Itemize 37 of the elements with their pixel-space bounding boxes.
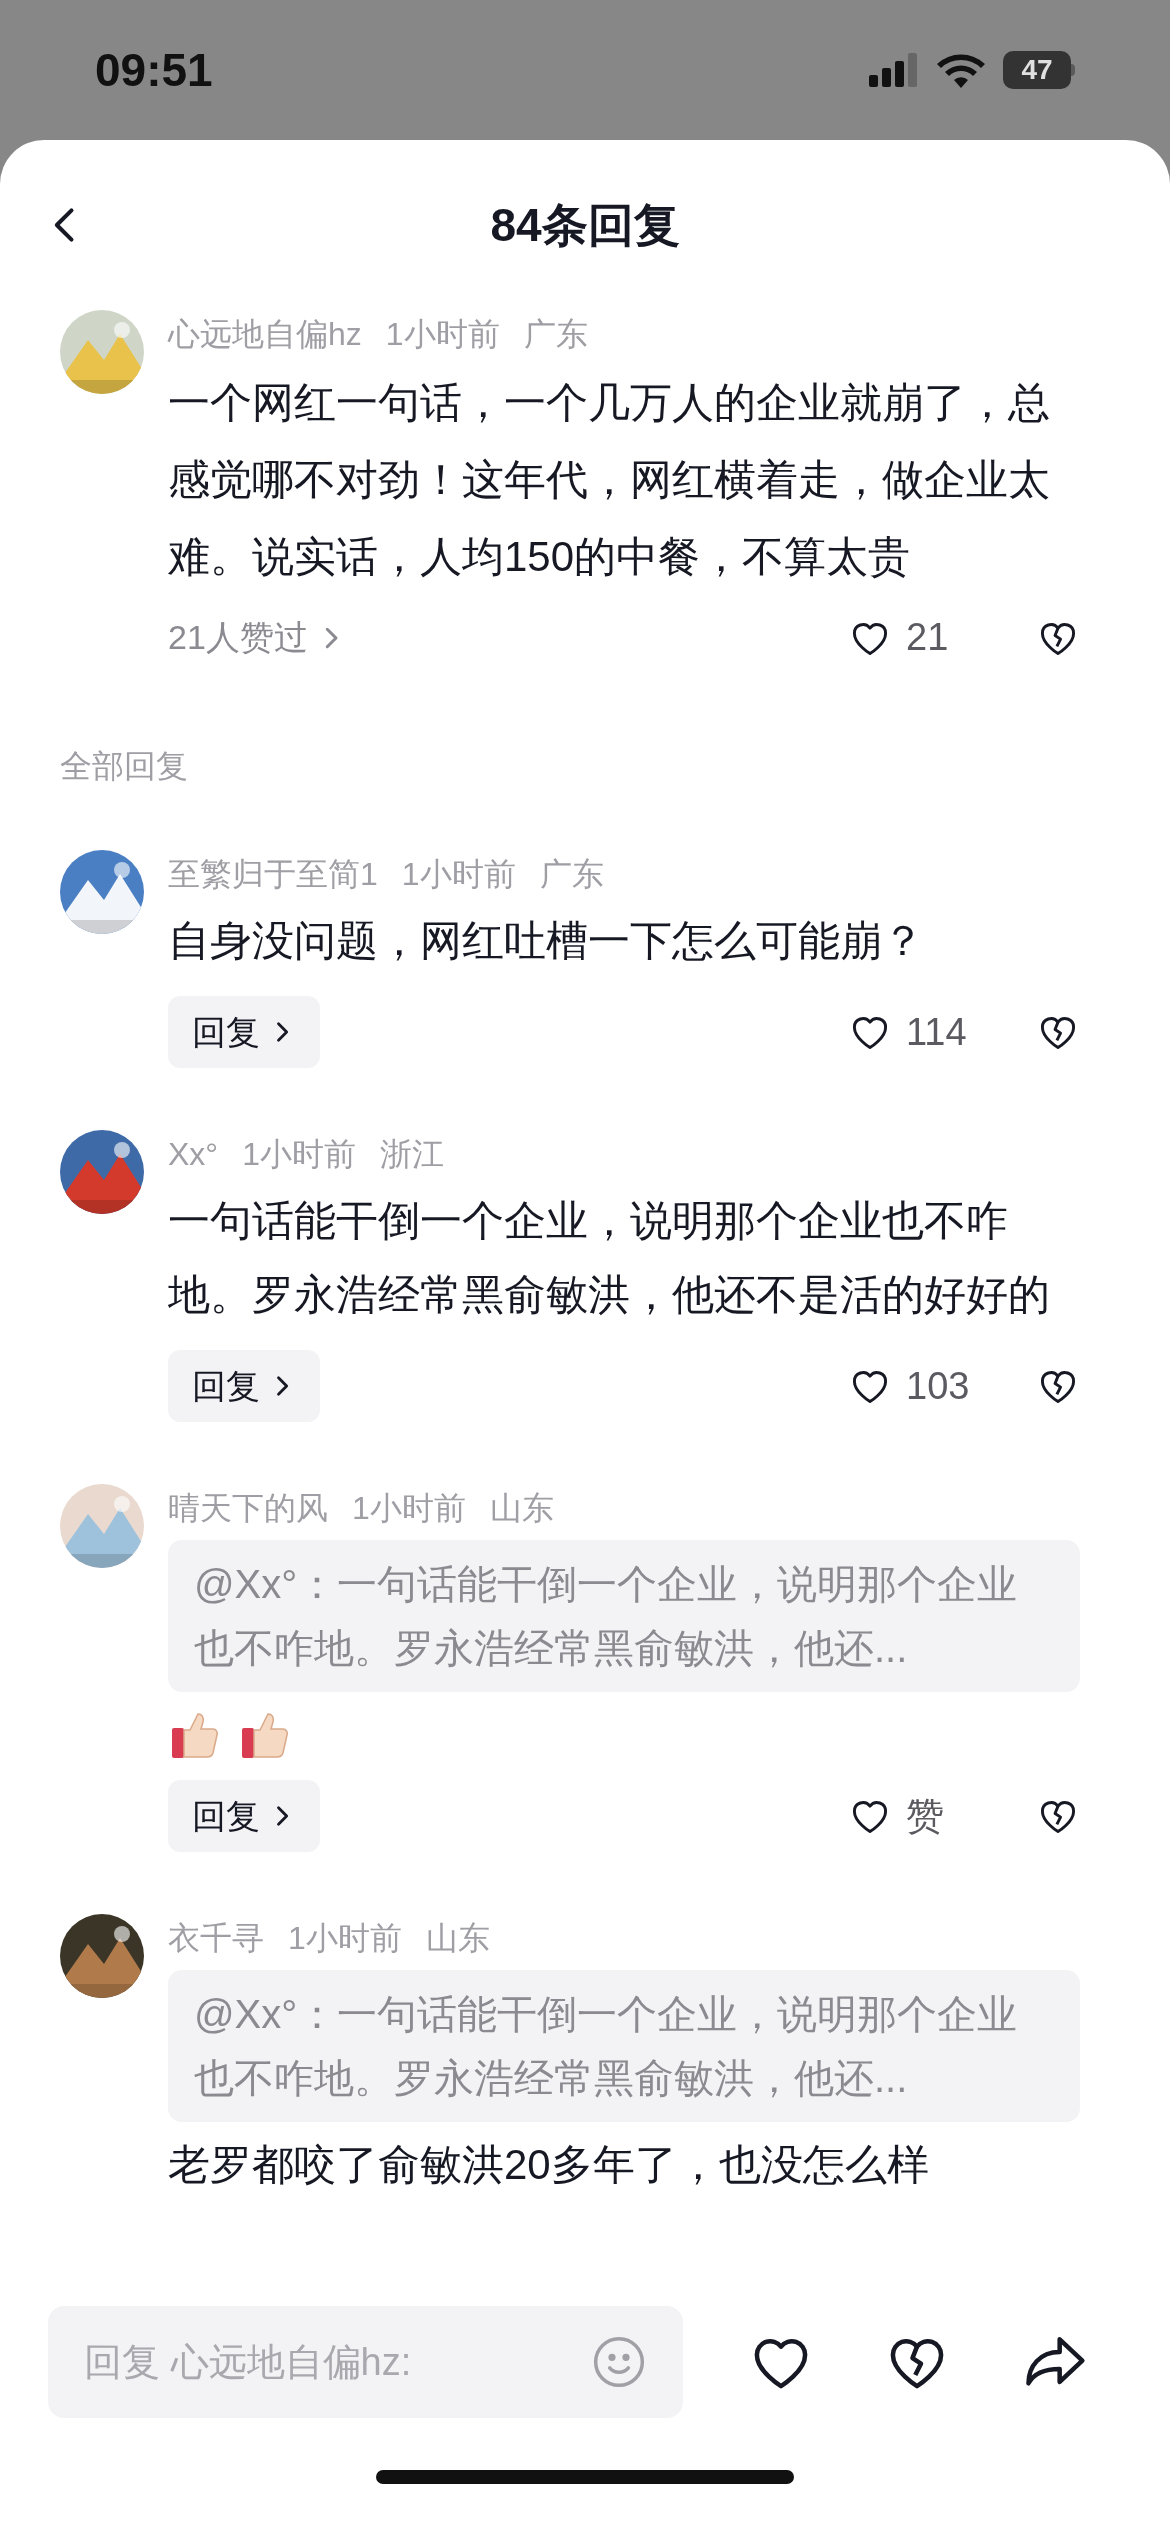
battery-indicator: 47 <box>1003 51 1075 89</box>
reply-button[interactable]: 回复 <box>168 1350 320 1422</box>
comment-time: 1小时前 <box>352 1489 466 1528</box>
reply-input[interactable]: 回复 心远地自偏hz: <box>84 2333 591 2391</box>
author-name[interactable]: 晴天下的风 <box>168 1484 328 1532</box>
comment-location: 浙江 <box>379 1135 444 1174</box>
comment-location: 山东 <box>425 1919 490 1958</box>
signal-icon <box>869 53 919 87</box>
author-name[interactable]: 心远地自偏hz <box>168 310 362 358</box>
status-time: 09:51 <box>95 42 213 98</box>
like-count: 114 <box>906 1009 968 1055</box>
comment-location: 山东 <box>489 1489 554 1528</box>
wifi-icon <box>937 52 985 88</box>
comment-text: 自身没问题，网红吐槽一下怎么可能崩？ <box>168 916 925 966</box>
author-name[interactable]: 至繁归于至简1 <box>168 850 378 898</box>
like-count: 21 <box>906 615 950 660</box>
page-title: 84条回复 <box>490 197 680 253</box>
section-label: 全部回复 <box>60 747 188 786</box>
comment-text: 一句话能干倒一个企业，说明那个企业也不咋地。罗永浩经常黑俞敏洪，他还不是活的好好的 <box>168 1196 1051 1320</box>
comment-time: 1小时前 <box>401 855 516 894</box>
like-count: 赞 <box>906 1793 945 1839</box>
reply-field[interactable]: 回复 心远地自偏hz: <box>48 2306 683 2418</box>
author-name[interactable]: Xx° <box>168 1130 219 1178</box>
comment-text: 老罗都咬了俞敏洪20多年了，也没怎么样 <box>168 2140 930 2190</box>
liked-by-link[interactable]: 21人赞过 <box>168 612 346 663</box>
comment-text: 一个网红一句话，一个几万人的企业就崩了，总感觉哪不对劲！这年代，网红横着走，做企业太难。说实话，人均150的中餐，不算太贵 <box>168 378 1051 582</box>
author-name[interactable]: 衣千寻 <box>168 1914 264 1962</box>
quoted-comment: @Xx°：一句话能干倒一个企业，说明那个企业也不咋地。罗永浩经常黑俞敏洪，他还... <box>168 1970 1080 2122</box>
quoted-comment: @Xx°：一句话能干倒一个企业，说明那个企业也不咋地。罗永浩经常黑俞敏洪，他还... <box>168 1540 1080 1692</box>
comment-time: 1小时前 <box>242 1135 356 1174</box>
comment-location: 广东 <box>523 315 588 354</box>
like-count: 103 <box>906 1363 971 1409</box>
comment-time: 1小时前 <box>288 1919 402 1958</box>
reply-button[interactable]: 回复 <box>168 1780 320 1852</box>
comment-time: 1小时前 <box>385 315 500 354</box>
reply-button[interactable]: 回复 <box>168 996 320 1068</box>
comment-location: 广东 <box>539 855 604 894</box>
